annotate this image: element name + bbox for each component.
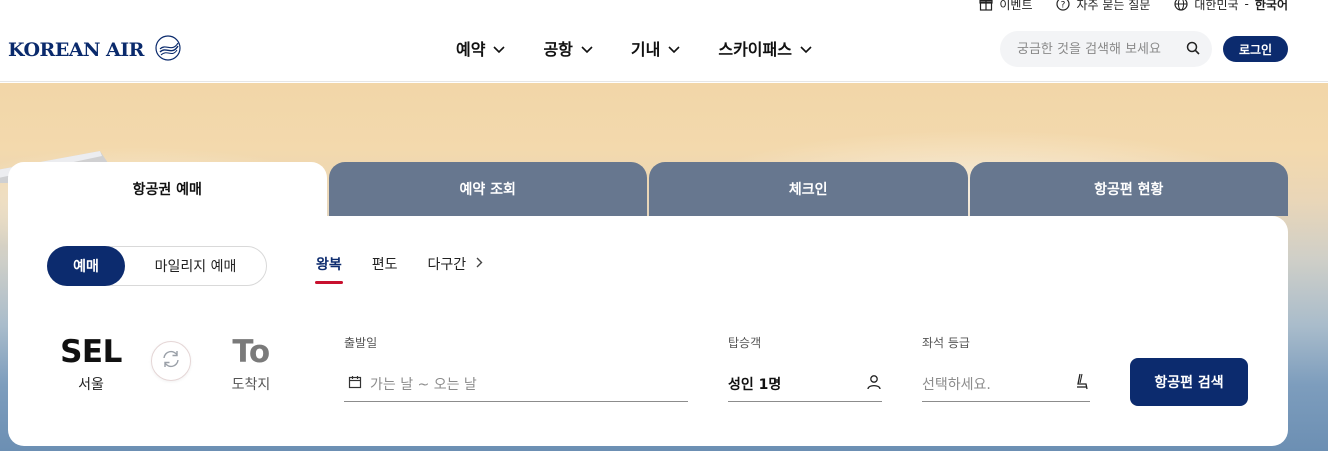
globe-icon [1174, 0, 1188, 11]
seat-class-label: 좌석 등급 [922, 336, 970, 350]
chevron-down-icon [668, 39, 680, 58]
search-icon[interactable] [1186, 40, 1200, 59]
trip-label: 다구간 [427, 257, 467, 273]
seat-class-field[interactable]: 선택하세요. [922, 366, 1090, 402]
event-label: 이벤트 [999, 0, 1033, 12]
nav-skypass[interactable]: 스카이패스 [718, 36, 812, 60]
tab-flight-status[interactable]: 항공편 현황 [969, 162, 1288, 216]
booking-panel: 예매 마일리지 예매 왕복 편도 다구간 SEL 서울 To 도착지 출발일 가… [8, 216, 1288, 446]
seat-class-placeholder: 선택하세요. [922, 376, 991, 393]
chevron-down-icon [493, 39, 506, 58]
booking-type-toggle: 예매 마일리지 예매 [47, 246, 267, 286]
site-header: KOREAN AIR 예약 공항 기내 스카이패스 궁금한 것을 검색해 보세요… [0, 14, 1328, 82]
departure-date-field[interactable]: 가는 날 ~ 오는 날 [344, 366, 688, 402]
search-input[interactable] [1017, 41, 1177, 57]
event-link[interactable]: 이벤트 [979, 0, 1032, 13]
departure-date-label: 출발일 [344, 336, 378, 350]
chevron-right-icon [476, 256, 483, 272]
faq-label: 자주 묻는 질문 [1076, 0, 1151, 12]
language-selector[interactable]: 대한민국 - 한국어 [1174, 0, 1288, 13]
booking-tabs: 항공권 예매 예약 조회 체크인 항공편 현황 [8, 162, 1288, 216]
departure-city: 서울 [78, 377, 104, 393]
chevron-down-icon [800, 39, 812, 58]
gift-icon [979, 0, 993, 11]
login-button[interactable]: 로그인 [1223, 36, 1288, 62]
arrival-code: To [232, 334, 270, 370]
faq-link[interactable]: ? 자주 묻는 질문 [1056, 0, 1150, 13]
chevron-down-icon [581, 39, 593, 58]
person-icon [866, 374, 882, 394]
nav-airport[interactable]: 공항 [543, 36, 593, 60]
region-separator: - [1244, 0, 1249, 11]
nav-reservation[interactable]: 예약 [456, 36, 506, 60]
tab-manage-booking[interactable]: 예약 조회 [328, 162, 647, 216]
departure-code: SEL [60, 334, 122, 370]
trip-round[interactable]: 왕복 [315, 254, 343, 284]
skyteam-emblem-icon [152, 32, 184, 68]
nav-label: 공항 [543, 40, 573, 59]
passengers-field[interactable]: 성인 1명 [728, 366, 882, 402]
swap-airports-button[interactable] [151, 341, 191, 381]
region-label: 대한민국 [1194, 0, 1239, 12]
arrival-airport[interactable]: To 도착지 [221, 334, 281, 394]
arrival-city: 도착지 [231, 377, 271, 393]
nav-label: 기내 [630, 40, 661, 59]
tab-check-in[interactable]: 체크인 [649, 162, 968, 216]
site-search [1000, 31, 1212, 67]
nav-label: 스카이패스 [718, 40, 792, 59]
passengers-value: 성인 1명 [728, 376, 782, 393]
language-label: 한국어 [1254, 0, 1288, 12]
logo-text: KOREAN AIR [8, 39, 144, 61]
trip-one-way[interactable]: 편도 [372, 254, 398, 282]
question-icon: ? [1056, 0, 1071, 11]
main-nav: 예약 공항 기내 스카이패스 [456, 36, 812, 60]
korean-air-logo[interactable]: KOREAN AIR [8, 32, 184, 68]
toggle-mileage-booking[interactable]: 마일리지 예매 [125, 256, 266, 276]
departure-airport[interactable]: SEL 서울 [60, 334, 122, 394]
tab-book-flight[interactable]: 항공권 예매 [8, 162, 327, 216]
nav-label: 예약 [456, 40, 486, 59]
seat-icon [1074, 373, 1090, 395]
passengers-label: 탑승객 [728, 336, 762, 350]
toggle-booking[interactable]: 예매 [47, 246, 125, 286]
nav-inflight[interactable]: 기내 [631, 36, 680, 60]
trip-label: 왕복 [316, 257, 342, 273]
trip-multi-city[interactable]: 다구간 [428, 254, 484, 282]
date-placeholder: 가는 날 ~ 오는 날 [370, 376, 477, 393]
svg-text:?: ? [1061, 1, 1066, 11]
calendar-icon [348, 374, 362, 393]
swap-icon [160, 348, 182, 374]
trip-type-selector: 왕복 편도 다구간 [315, 254, 484, 284]
trip-label: 편도 [371, 257, 398, 273]
utility-bar: 이벤트 ? 자주 묻는 질문 대한민국 - 한국어 [979, 0, 1288, 14]
search-flights-button[interactable]: 항공편 검색 [1130, 358, 1248, 406]
